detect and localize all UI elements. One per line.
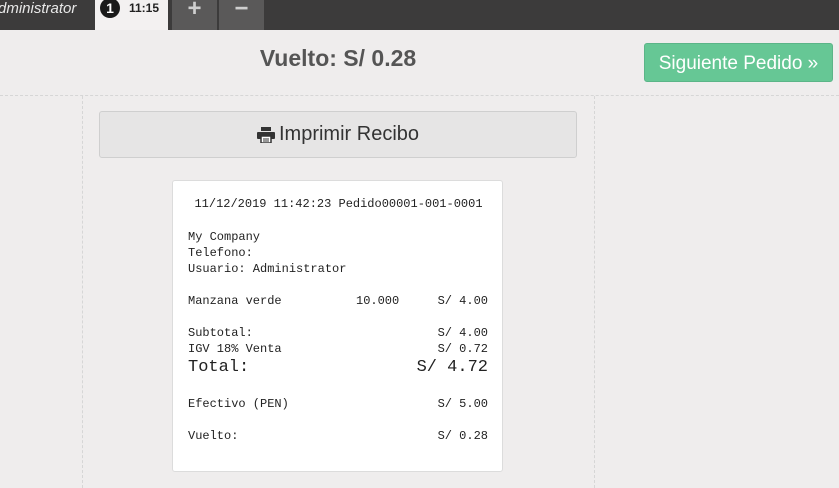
receipt-phone: Telefono: <box>188 246 253 260</box>
receipt-change-label: Vuelto: <box>188 429 239 443</box>
divider-right <box>594 96 595 488</box>
receipt-header: 11/12/2019 11:42:23 Pedido00001-001-0001 <box>194 197 483 211</box>
change-title: Vuelto: S/ 0.28 <box>259 45 417 71</box>
print-receipt-button[interactable]: Imprimir Recibo <box>99 111 577 158</box>
receipt-subtotal-label: Subtotal: <box>188 326 253 340</box>
order-number-badge: 1 <box>100 0 120 18</box>
next-order-button[interactable]: Siguiente Pedido » <box>644 43 833 82</box>
add-order-button[interactable]: + <box>172 0 217 30</box>
receipt-tax-label: IGV 18% Venta <box>188 342 282 356</box>
remove-order-button[interactable]: − <box>219 0 264 30</box>
order-tab[interactable]: 1 11:15 <box>95 0 168 30</box>
printer-icon <box>256 126 275 143</box>
divider-horizontal <box>0 95 839 96</box>
receipt-company: My Company <box>188 230 261 244</box>
receipt-change-value: S/ 0.28 <box>437 429 488 443</box>
receipt-tax-value: S/ 0.72 <box>437 342 488 356</box>
top-bar: Administrator 1 11:15 + − <box>0 0 839 30</box>
receipt-total-value: S/ 4.72 <box>416 358 488 377</box>
receipt: 11/12/2019 11:42:23 Pedido00001-001-0001… <box>172 180 503 472</box>
user-name: Administrator <box>0 0 77 17</box>
receipt-item-name: Manzana verde <box>188 294 282 308</box>
receipt-user: Usuario: Administrator <box>188 262 347 276</box>
receipt-total-label: Total: <box>188 358 250 377</box>
receipt-item-qty: 10.000 <box>356 294 400 308</box>
receipt-subtotal-value: S/ 4.00 <box>437 326 488 340</box>
receipt-item-price: S/ 4.00 <box>437 294 488 308</box>
divider-left <box>82 96 83 488</box>
order-time: 11:15 <box>129 1 160 15</box>
print-receipt-label: Imprimir Recibo <box>278 123 420 145</box>
receipt-payment-value: S/ 5.00 <box>437 397 488 411</box>
receipt-payment-label: Efectivo (PEN) <box>188 397 289 411</box>
